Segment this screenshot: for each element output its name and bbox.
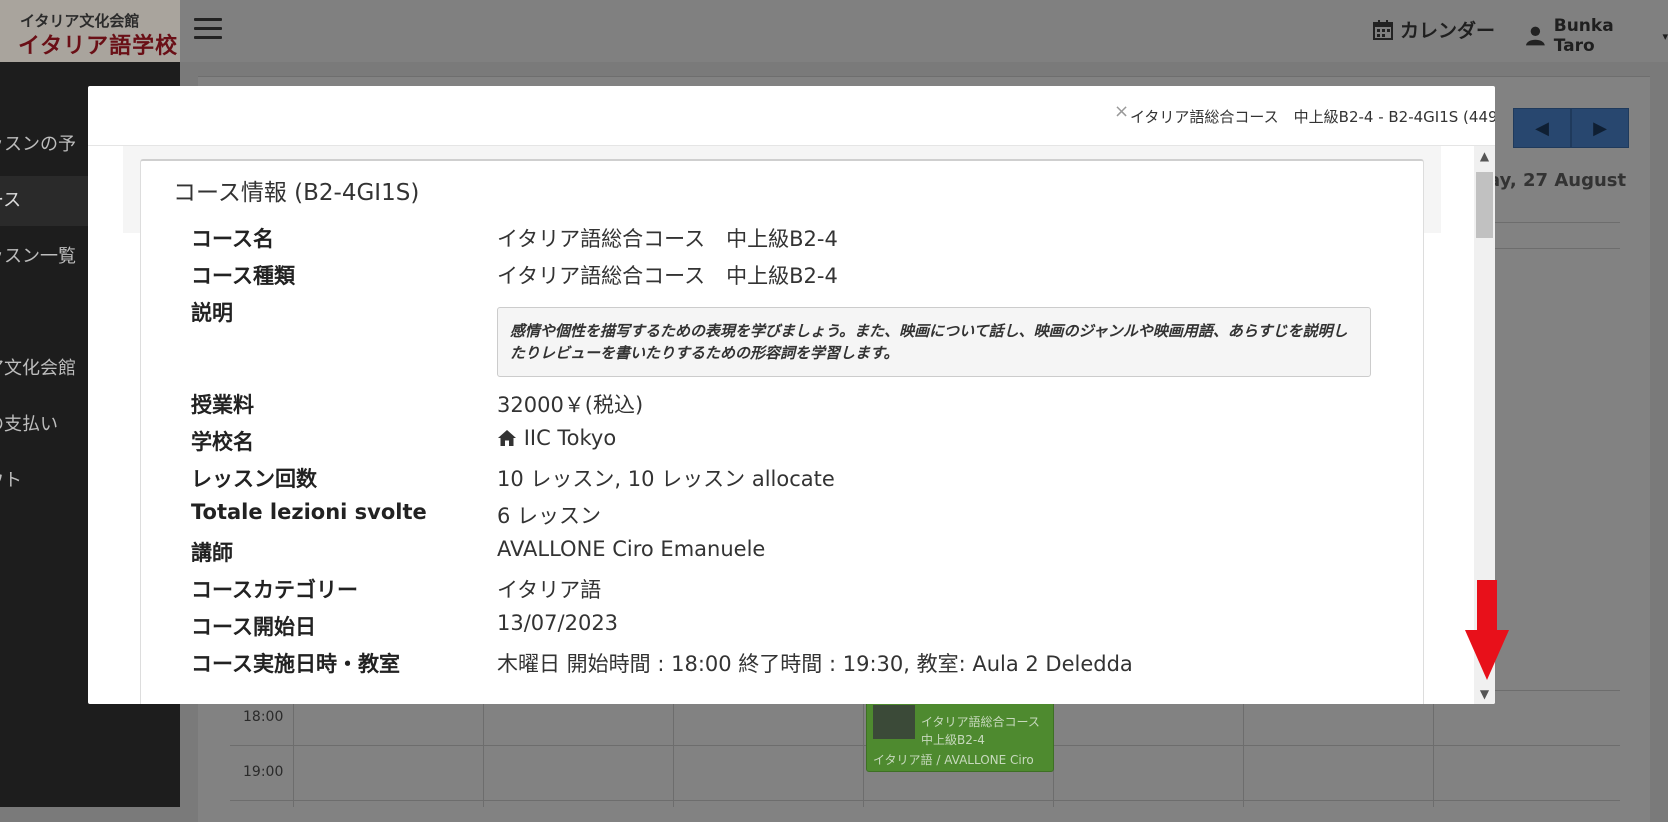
- row-label: 学校名: [191, 430, 254, 454]
- course-info-modal: × イタリア語総合コース 中上級B2-4 - B2-4GI1S (4497) コ…: [88, 86, 1495, 704]
- modal-header: × イタリア語総合コース 中上級B2-4 - B2-4GI1S (4497): [88, 86, 1495, 146]
- row-label: Totale lezioni svolte: [191, 500, 427, 524]
- calendar-icon: [1373, 19, 1393, 40]
- row-value: イタリア語総合コース 中上級B2-4: [497, 264, 838, 288]
- prev-button[interactable]: ◀: [1513, 108, 1571, 148]
- row-label: コースカテゴリー: [191, 578, 358, 602]
- user-menu[interactable]: Bunka Taro ▾: [1525, 16, 1668, 56]
- scroll-down-icon[interactable]: ▼: [1474, 684, 1495, 704]
- arrow-right-icon: ▶: [1593, 117, 1607, 139]
- top-bar: カレンダー Bunka Taro ▾: [180, 0, 1668, 62]
- row-label: 説明: [191, 301, 233, 325]
- user-name: Bunka Taro: [1553, 16, 1614, 56]
- calendar-event[interactable]: イタリア語総合コース 中上級B2-4 イタリア語 / AVALLONE Ciro: [866, 700, 1054, 772]
- next-button[interactable]: ▶: [1571, 108, 1629, 148]
- school-name: IIC Tokyo: [523, 426, 617, 450]
- row-label: コース名: [191, 227, 274, 251]
- row-value: イタリア語: [497, 578, 602, 602]
- calendar-label: カレンダー: [1400, 20, 1496, 42]
- course-info-card: コース情報 (B2-4GI1S) コース名 イタリア語総合コース 中上級B2-4…: [140, 159, 1424, 704]
- sidebar-item-label: ッスンの予: [0, 134, 76, 155]
- row-value: 32000￥(税込): [497, 393, 644, 417]
- time-label-19: 19:00: [243, 764, 284, 780]
- row-value: AVALLONE Ciro Emanuele: [497, 537, 766, 561]
- calendar-link[interactable]: カレンダー: [1372, 16, 1495, 43]
- row-label: 授業料: [191, 393, 254, 417]
- grid-column: [863, 690, 864, 807]
- time-label-18: 18:00: [243, 709, 284, 725]
- user-icon: [1525, 26, 1545, 46]
- grid-column: [673, 690, 674, 807]
- grid-column: [483, 690, 484, 807]
- event-title: イタリア語総合コース 中上級B2-4: [921, 715, 1052, 747]
- row-value: 13/07/2023: [497, 611, 619, 635]
- sidebar-item-label: の支払い: [0, 414, 58, 435]
- red-arrow-down-icon: [1465, 580, 1509, 680]
- scroll-thumb[interactable]: [1476, 172, 1493, 238]
- arrow-left-icon: ◀: [1535, 117, 1549, 139]
- scroll-up-icon[interactable]: ▲: [1474, 146, 1495, 166]
- sidebar-item-label: ッスン一覧: [0, 246, 76, 267]
- grid-column: [293, 690, 294, 807]
- row-label: レッスン回数: [191, 467, 317, 491]
- modal-body: コース情報 (B2-4GI1S) コース名 イタリア語総合コース 中上級B2-4…: [88, 146, 1474, 704]
- sidebar-item-label: ウト: [0, 470, 22, 491]
- home-icon: [498, 430, 516, 446]
- logo-line2: イタリア語学校: [18, 34, 179, 59]
- row-value: 6 レッスン: [497, 504, 602, 528]
- row-label: コース種類: [191, 264, 295, 288]
- grid-line: [230, 800, 1620, 801]
- row-value: IIC Tokyo: [497, 426, 616, 450]
- hamburger-menu-icon[interactable]: [194, 18, 222, 42]
- description-box: 感情や個性を描写するための表現を学びましょう。また、映画について話し、映画のジャ…: [497, 307, 1371, 377]
- sidebar-item-label: ース: [0, 190, 22, 211]
- close-icon[interactable]: ×: [1114, 101, 1129, 122]
- modal-title: イタリア語総合コース 中上級B2-4 - B2-4GI1S (4497): [1130, 108, 1495, 126]
- sidebar-item-label: ア文化会館: [0, 358, 76, 379]
- grid-column: [1243, 690, 1244, 807]
- row-value: イタリア語総合コース 中上級B2-4: [497, 227, 838, 251]
- event-thumbnail: [873, 705, 915, 739]
- row-label: コース開始日: [191, 615, 316, 639]
- event-subtitle: イタリア語 / AVALLONE Ciro: [873, 753, 1034, 767]
- row-value: 10 レッスン, 10 レッスン allocate: [497, 467, 835, 491]
- row-label: コース実施日時・教室: [191, 652, 400, 676]
- calendar-nav: ◀ ▶: [1513, 108, 1629, 148]
- section-title: コース情報 (B2-4GI1S): [173, 180, 420, 206]
- school-logo[interactable]: イタリア文化会館 イタリア語学校: [0, 0, 180, 62]
- row-label: 講師: [191, 541, 233, 565]
- calendar-date-label: ay, 27 August: [1488, 170, 1627, 191]
- caret-down-icon: ▾: [1662, 29, 1668, 43]
- row-value: 木曜日 開始時間 : 18:00 終了時間 : 19:30, 教室: Aula …: [497, 652, 1133, 676]
- grid-column: [1433, 690, 1434, 807]
